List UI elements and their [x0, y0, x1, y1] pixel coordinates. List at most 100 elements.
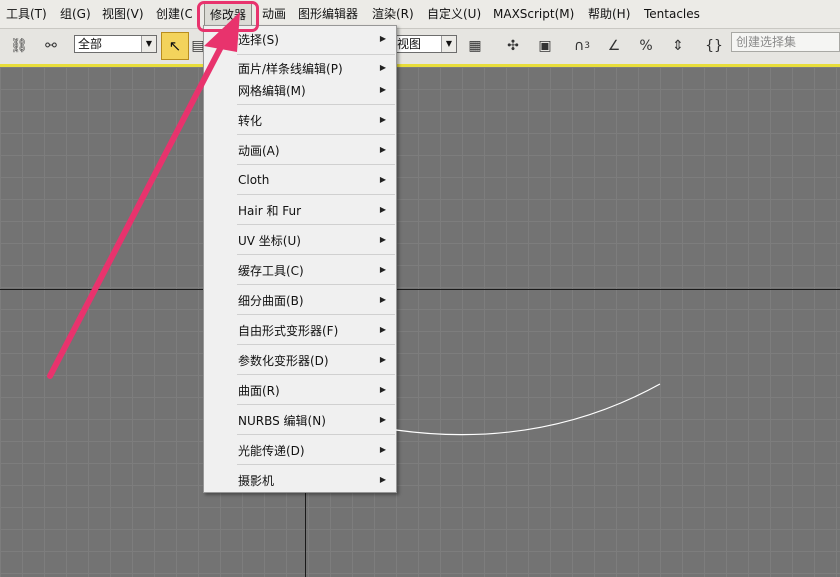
chevron-down-icon: ▼: [141, 36, 156, 52]
menu-separator: [237, 254, 395, 255]
menu-separator: [237, 194, 395, 195]
submenu-arrow-icon: ▶: [379, 235, 386, 244]
modifiers-dropdown-menu: 选择(S) ▶ 面片/样条线编辑(P) ▶ 网格编辑(M) ▶ 转化 ▶ 动画(A) ▶ …: [203, 25, 397, 493]
menu-tools[interactable]: 工具(T): [6, 6, 47, 22]
unlink-icon[interactable]: ⚯: [40, 35, 62, 57]
submenu-arrow-icon: ▶: [379, 445, 386, 454]
named-selection-placeholder: 创建选择集: [736, 35, 797, 49]
menu-item-label: 细分曲面(B): [238, 293, 304, 308]
menu-item-animation[interactable]: 动画(A) ▶: [205, 139, 395, 161]
cursor-arrow-icon: ↖: [168, 37, 182, 55]
menu-help[interactable]: 帮助(H): [588, 6, 630, 22]
menu-animation[interactable]: 动画: [262, 6, 286, 22]
menu-item-label: 缓存工具(C): [238, 263, 304, 278]
submenu-arrow-icon: ▶: [379, 295, 386, 304]
menu-item-label: Hair 和 Fur: [238, 203, 302, 218]
menu-group[interactable]: 组(G): [60, 6, 91, 22]
menu-separator: [237, 224, 395, 225]
keyboard-shortcut-override-icon[interactable]: ▣: [534, 35, 556, 57]
menu-separator: [237, 164, 395, 165]
menu-view[interactable]: 视图(V): [102, 6, 144, 22]
menu-bar: 工具(T) 组(G) 视图(V) 创建(C) 修改器 动画 图形编辑器 渲染(R…: [0, 0, 840, 29]
viewport-top[interactable]: [0, 67, 840, 577]
menu-item-nurbs-editing[interactable]: NURBS 编辑(N) ▶: [205, 409, 395, 431]
menu-separator: [237, 54, 395, 55]
select-manipulate-icon[interactable]: ✣: [502, 35, 524, 57]
grid-axis-x: [0, 289, 840, 290]
menu-item-cameras[interactable]: 摄影机 ▶: [205, 469, 395, 491]
menu-item-label: 光能传递(D): [238, 443, 305, 458]
submenu-arrow-icon: ▶: [379, 205, 386, 214]
named-selection-sets-input[interactable]: 创建选择集: [731, 32, 840, 52]
submenu-arrow-icon: ▶: [379, 175, 386, 184]
selection-filter-select[interactable]: 全部 ▼: [74, 35, 157, 53]
menu-item-label: 动画(A): [238, 143, 280, 158]
select-by-name-icon[interactable]: ▤: [191, 35, 204, 57]
menu-separator: [237, 374, 395, 375]
menu-tentacles[interactable]: Tentacles: [644, 6, 700, 22]
menu-item-radiosity[interactable]: 光能传递(D) ▶: [205, 439, 395, 461]
menu-item-label: 参数化变形器(D): [238, 353, 329, 368]
submenu-arrow-icon: ▶: [379, 63, 386, 72]
menu-item-label: Cloth: [238, 173, 270, 187]
snaps-toggle-icon[interactable]: ∩ 3: [568, 35, 596, 57]
submenu-arrow-icon: ▶: [379, 85, 386, 94]
snap-dimension-label: 3: [584, 41, 590, 51]
main-toolbar: ⛓ ⚯ 全部 ▼ ↖ ▤ 视图 ▼ ▦ ✣ ▣ ∩ 3 ∠ % ⇕ {} 创建选择…: [0, 29, 840, 67]
pivot-center-icon[interactable]: ▦: [464, 35, 486, 57]
chevron-down-icon: ▼: [441, 36, 456, 52]
menu-item-label: 转化: [238, 113, 263, 128]
menu-separator: [237, 134, 395, 135]
selection-filter-value: 全部: [78, 37, 103, 51]
menu-item-label: 自由形式变形器(F): [238, 323, 339, 338]
menu-item-hair-and-fur[interactable]: Hair 和 Fur ▶: [205, 199, 395, 221]
menu-create[interactable]: 创建(C): [156, 6, 192, 22]
menu-rendering[interactable]: 渲染(R): [372, 6, 414, 22]
submenu-arrow-icon: ▶: [379, 34, 386, 43]
angle-snap-icon[interactable]: ∠: [603, 35, 625, 57]
reference-coordinate-select[interactable]: 视图 ▼: [393, 35, 457, 53]
menu-item-parametric-deformers[interactable]: 参数化变形器(D) ▶: [205, 349, 395, 371]
menu-item-label: 摄影机: [238, 473, 275, 488]
select-object-button[interactable]: ↖: [161, 32, 189, 60]
edit-named-selection-icon[interactable]: {}: [703, 35, 725, 57]
annotation-highlight-ring: [197, 1, 259, 32]
menu-maxscript[interactable]: MAXScript(M): [493, 6, 574, 22]
menu-item-label: NURBS 编辑(N): [238, 413, 326, 428]
menu-item-mesh-editing[interactable]: 网格编辑(M) ▶: [205, 79, 395, 101]
menu-graph-editors[interactable]: 图形编辑器: [298, 6, 358, 22]
submenu-arrow-icon: ▶: [379, 415, 386, 424]
menu-item-patch-spline-editing[interactable]: 面片/样条线编辑(P) ▶: [205, 57, 395, 79]
menu-item-cloth[interactable]: Cloth ▶: [205, 169, 395, 191]
percent-snap-icon[interactable]: %: [635, 35, 657, 57]
menu-item-label: 选择(S): [238, 32, 279, 47]
menu-item-uv-coordinates[interactable]: UV 坐标(U) ▶: [205, 229, 395, 251]
submenu-arrow-icon: ▶: [379, 265, 386, 274]
menu-separator: [237, 104, 395, 105]
menu-item-label: UV 坐标(U): [238, 233, 301, 248]
menu-separator: [237, 404, 395, 405]
menu-item-conversion[interactable]: 转化 ▶: [205, 109, 395, 131]
submenu-arrow-icon: ▶: [379, 385, 386, 394]
select-link-icon[interactable]: ⛓: [8, 35, 30, 57]
menu-separator: [237, 464, 395, 465]
menu-separator: [237, 344, 395, 345]
menu-item-label: 曲面(R): [238, 383, 280, 398]
menu-separator: [237, 434, 395, 435]
menu-item-surface[interactable]: 曲面(R) ▶: [205, 379, 395, 401]
submenu-arrow-icon: ▶: [379, 475, 386, 484]
menu-item-label: 面片/样条线编辑(P): [238, 61, 343, 76]
menu-separator: [237, 314, 395, 315]
reference-coordinate-value: 视图: [397, 37, 422, 51]
menu-item-label: 网格编辑(M): [238, 83, 306, 98]
menu-separator: [237, 284, 395, 285]
menu-item-subdivision-surfaces[interactable]: 细分曲面(B) ▶: [205, 289, 395, 311]
menu-item-cache-tools[interactable]: 缓存工具(C) ▶: [205, 259, 395, 281]
submenu-arrow-icon: ▶: [379, 355, 386, 364]
spinner-snap-icon[interactable]: ⇕: [667, 35, 689, 57]
submenu-arrow-icon: ▶: [379, 115, 386, 124]
menu-item-free-form-deformers[interactable]: 自由形式变形器(F) ▶: [205, 319, 395, 341]
submenu-arrow-icon: ▶: [379, 325, 386, 334]
submenu-arrow-icon: ▶: [379, 145, 386, 154]
menu-customize[interactable]: 自定义(U): [427, 6, 481, 22]
